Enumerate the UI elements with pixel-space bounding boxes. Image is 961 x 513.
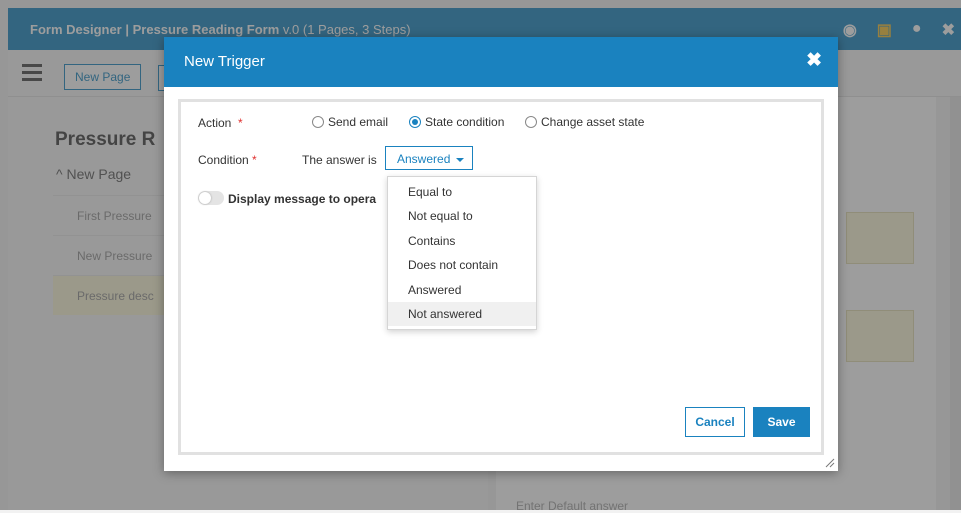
dialog-header: New Trigger ✖	[164, 37, 838, 87]
cancel-button[interactable]: Cancel	[685, 407, 745, 437]
dropdown-option[interactable]: Not equal to	[388, 204, 536, 228]
radio-button[interactable]	[409, 116, 421, 128]
condition-select[interactable]: Answered	[385, 146, 474, 170]
radio-change-asset-state[interactable]: Change asset state	[525, 115, 644, 129]
resize-handle-icon[interactable]	[825, 458, 835, 468]
radio-state-condition[interactable]: State condition	[409, 115, 504, 129]
save-button[interactable]: Save	[753, 407, 810, 437]
dropdown-option[interactable]: Does not contain	[388, 253, 536, 277]
action-label: Action *	[198, 116, 243, 130]
radio-button[interactable]	[312, 116, 324, 128]
display-message-toggle[interactable]	[198, 191, 224, 205]
display-message-label: Display message to opera	[228, 192, 377, 206]
radio-send-email[interactable]: Send email	[312, 115, 388, 129]
condition-dropdown: Equal to Not equal to Contains Does not …	[387, 176, 537, 331]
caret-down-icon	[456, 157, 465, 162]
condition-prefix: The answer is	[302, 153, 377, 167]
radio-button[interactable]	[525, 116, 537, 128]
dropdown-option[interactable]: Not answered	[388, 301, 536, 327]
new-trigger-dialog: New Trigger ✖ Action * Send email State …	[164, 37, 838, 471]
dropdown-option[interactable]: Contains	[388, 229, 536, 253]
dialog-title: New Trigger	[184, 53, 265, 70]
condition-label: Condition *	[198, 153, 257, 167]
dropdown-option[interactable]: Equal to	[388, 180, 536, 204]
dropdown-option[interactable]: Answered	[388, 278, 536, 302]
close-icon[interactable]: ✖	[806, 49, 822, 72]
